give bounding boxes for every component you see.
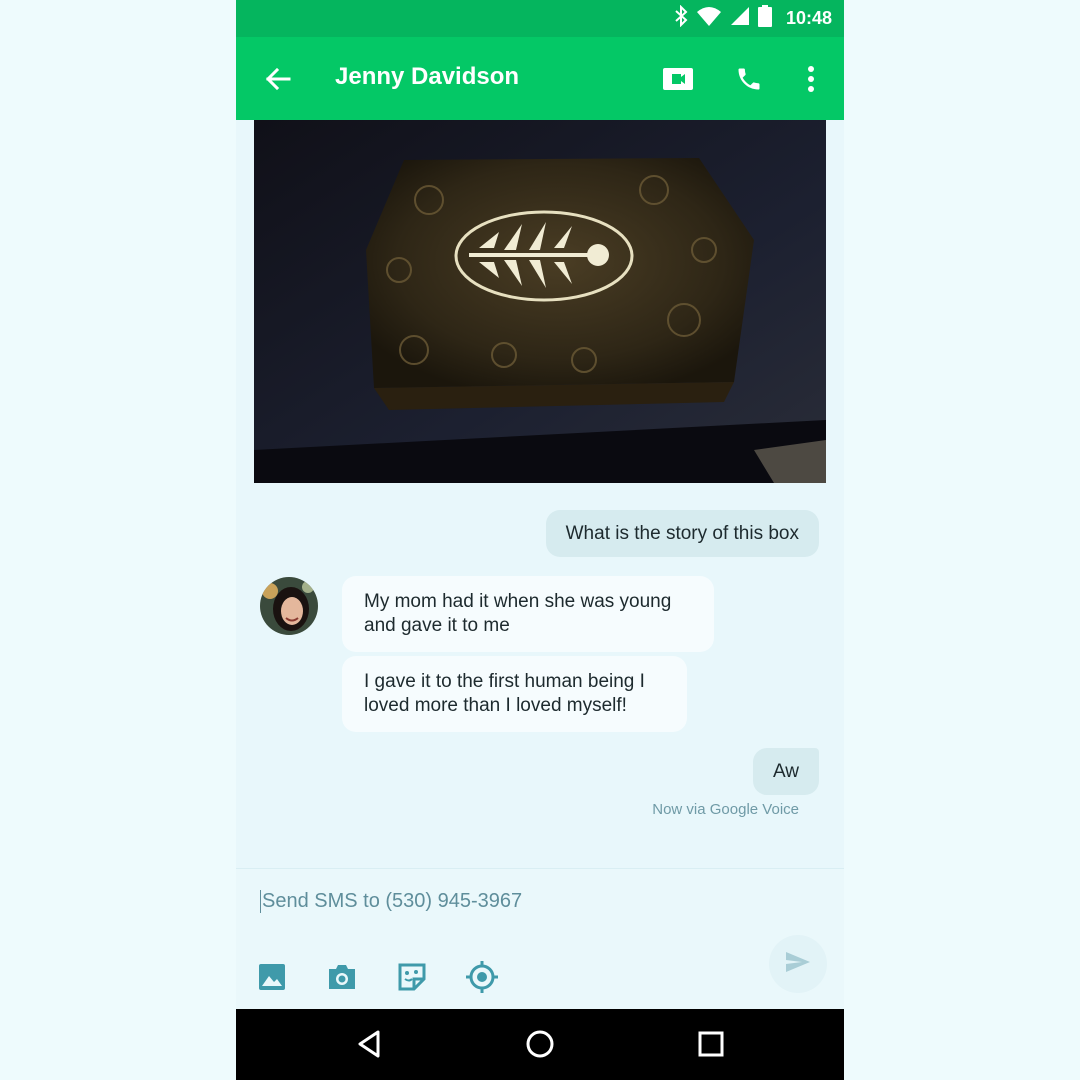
outgoing-message[interactable]: Aw (752, 748, 819, 795)
app-bar: Jenny Davidson (236, 37, 844, 120)
phone-screen: 10:48 Jenny Davidson What is the story o… (236, 0, 844, 1080)
image-icon[interactable] (255, 960, 289, 994)
screen-background: 10:48 Jenny Davidson What is the story o… (0, 0, 1080, 1080)
video-call-icon[interactable] (658, 59, 698, 99)
camera-icon[interactable] (325, 960, 359, 994)
message-input[interactable]: Send SMS to (530) 945-3967 (260, 890, 522, 913)
composer: Send SMS to (530) 945-3967 (236, 868, 844, 1009)
location-icon[interactable] (465, 960, 499, 994)
home-circle-icon[interactable] (522, 1026, 558, 1062)
recents-square-icon[interactable] (693, 1026, 729, 1062)
outgoing-message[interactable]: What is the story of this box (545, 510, 819, 557)
wifi-icon (696, 6, 722, 31)
clock: 10:48 (785, 8, 832, 28)
divider (236, 868, 844, 869)
signal-icon (730, 6, 750, 31)
image-attachment[interactable] (254, 120, 826, 483)
bluetooth-icon (674, 4, 688, 32)
avatar[interactable] (260, 577, 318, 635)
back-arrow-icon[interactable] (258, 59, 298, 99)
contact-name: Jenny Davidson (335, 63, 520, 90)
send-icon (785, 951, 811, 978)
carved-box-photo (254, 120, 826, 483)
message-status: Now via Google Voice (652, 801, 799, 818)
incoming-message[interactable]: I gave it to the first human being I lov… (342, 656, 687, 732)
battery-icon (757, 5, 772, 32)
status-bar: 10:48 (236, 0, 844, 37)
send-button[interactable] (769, 935, 827, 993)
sticker-icon[interactable] (395, 960, 429, 994)
phone-icon[interactable] (729, 59, 769, 99)
back-triangle-icon[interactable] (351, 1026, 387, 1062)
more-vert-icon[interactable] (791, 59, 831, 99)
navigation-bar (236, 1009, 844, 1080)
incoming-message[interactable]: My mom had it when she was young and gav… (342, 576, 714, 652)
